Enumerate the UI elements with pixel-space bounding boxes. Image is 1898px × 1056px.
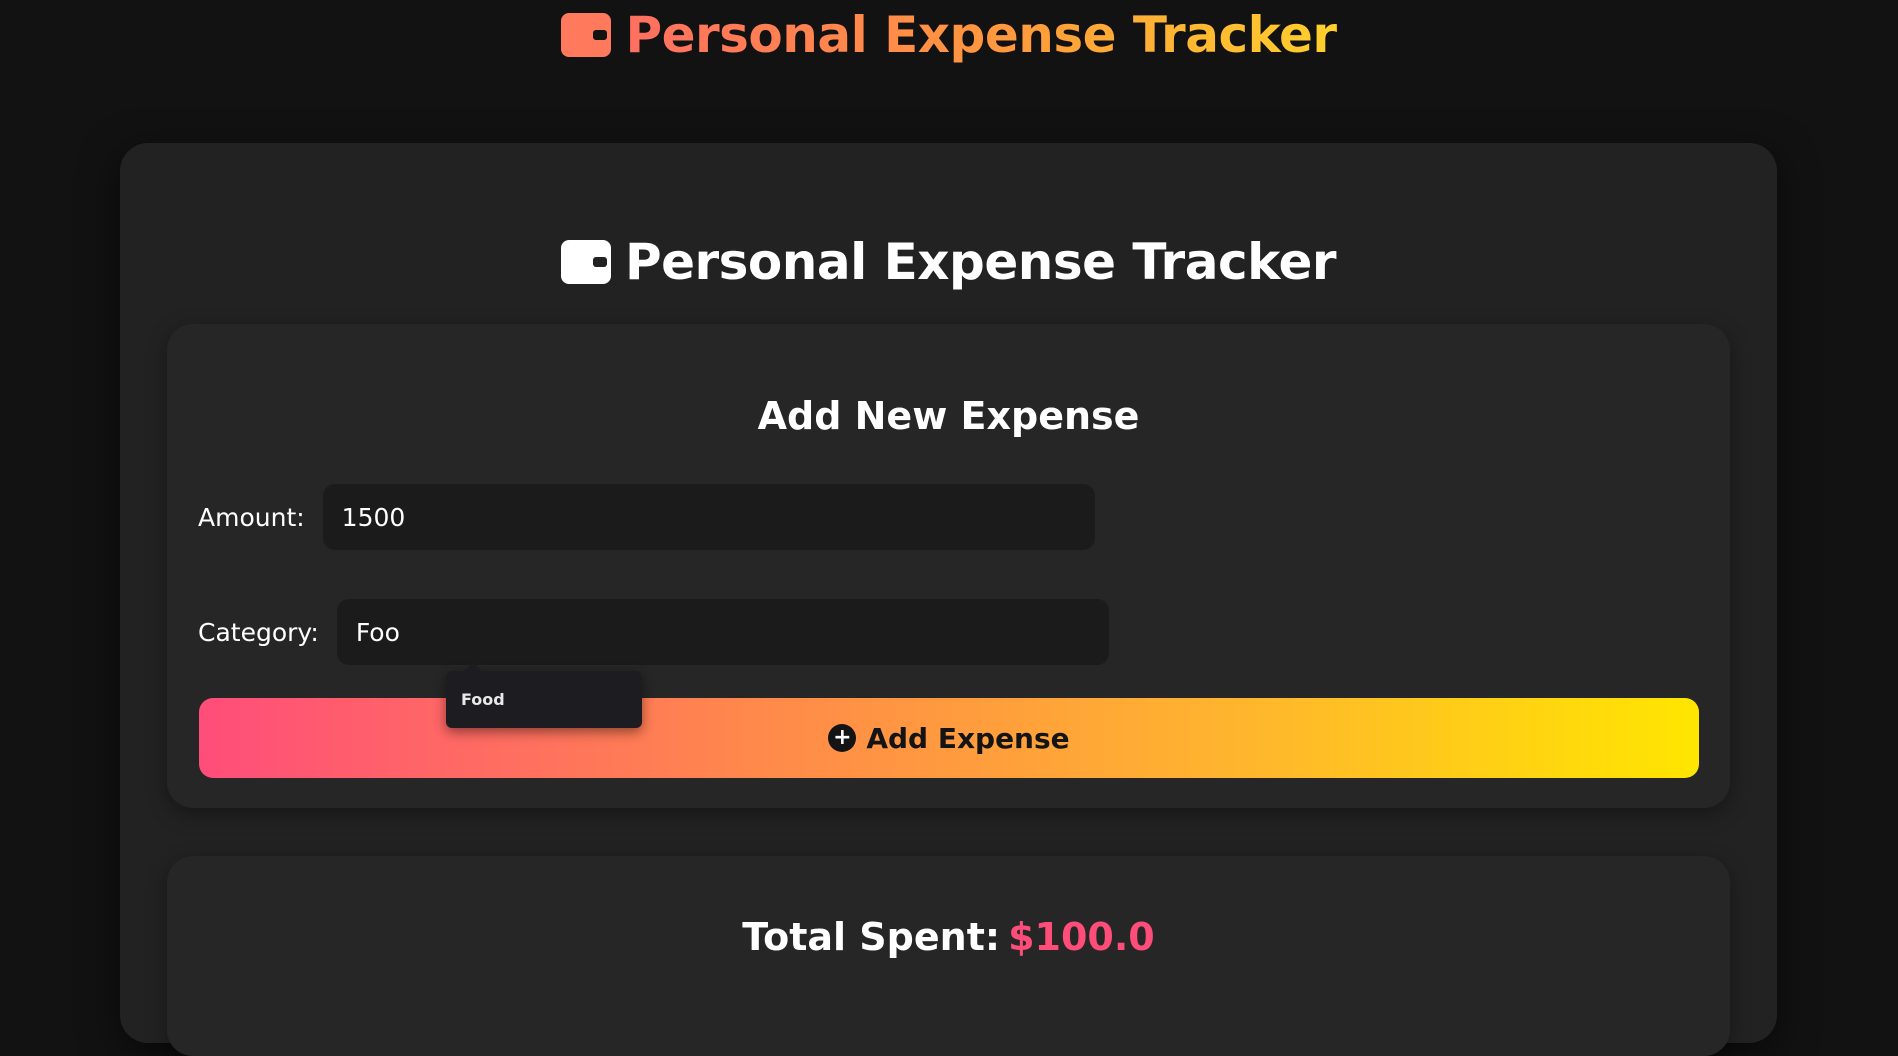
- category-label: Category:: [198, 617, 319, 647]
- amount-label: Amount:: [198, 502, 305, 532]
- suggestion-item[interactable]: Food: [461, 671, 505, 728]
- form-title: Add New Expense: [757, 394, 1140, 438]
- plus-circle-icon: +: [828, 724, 857, 752]
- category-row: Category: Foo: [198, 599, 1109, 665]
- total-spent-value: $100.0: [1008, 915, 1155, 959]
- summary-section: Total Spent: $100.0: [167, 856, 1730, 1056]
- page-header: Personal Expense Tracker: [0, 0, 1898, 70]
- add-expense-button[interactable]: + Add Expense: [199, 698, 1699, 778]
- amount-input[interactable]: 1500: [322, 484, 1095, 550]
- card-title-text: Personal Expense Tracker: [624, 233, 1337, 291]
- card-title: Personal Expense Tracker: [120, 233, 1777, 291]
- add-expense-button-label: Add Expense: [866, 721, 1070, 755]
- total-spent: Total Spent: $100.0: [167, 915, 1730, 959]
- category-suggestion-dropdown: Food: [446, 662, 642, 728]
- category-input[interactable]: Foo: [336, 599, 1109, 665]
- wallet-icon: [561, 13, 612, 57]
- total-spent-label: Total Spent:: [742, 915, 1001, 959]
- wallet-icon: [560, 240, 611, 284]
- amount-row: Amount: 1500: [198, 484, 1095, 550]
- page-title: Personal Expense Tracker: [625, 6, 1337, 64]
